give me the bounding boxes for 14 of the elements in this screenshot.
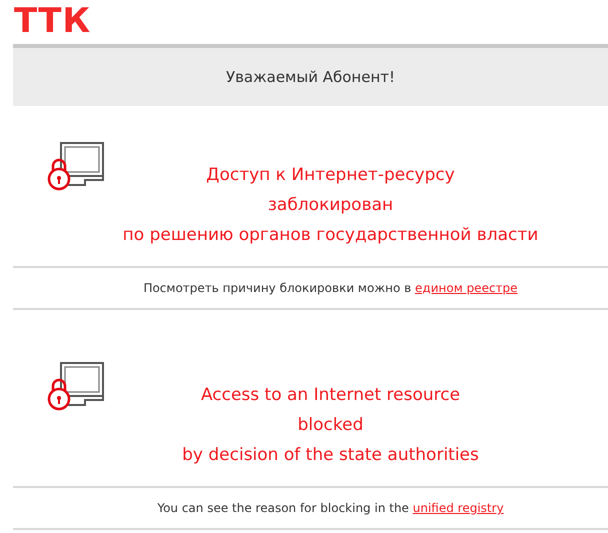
blocked-heading-line: заблокирован [268,194,394,217]
greeting-text: Уважаемый Абонент! [226,66,396,88]
locked-monitor-icon [47,360,105,412]
blocked-heading-line: by decision of the state authorities [182,444,479,467]
blocked-heading-line: blocked [298,414,364,437]
reason-note: Посмотреть причину блокировки можно в едином реестре [143,280,518,297]
registry-link[interactable]: едином реестре [415,281,518,295]
locked-monitor-icon [47,140,105,192]
logo: ТТК [14,1,92,41]
registry-link[interactable]: unified registry [412,501,504,515]
reason-note: You can see the reason for blocking in the unified registry [157,500,504,517]
blocked-heading-line: по решению органов государственной власти [122,224,538,247]
blocked-heading-line: Доступ к Интернет-ресурсу [206,164,455,187]
blocked-heading-line: Access to an Internet resource [200,384,460,407]
